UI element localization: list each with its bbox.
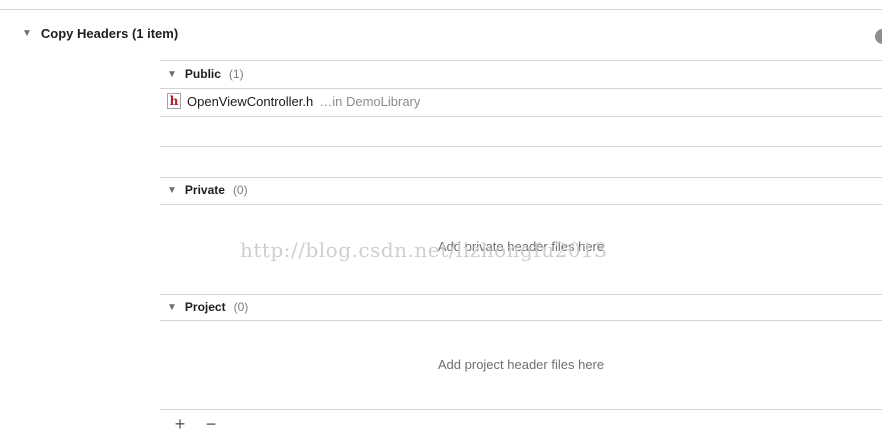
disclosure-triangle-icon[interactable]: ▼ bbox=[22, 28, 32, 39]
divider bbox=[160, 320, 882, 321]
header-file-icon: h bbox=[167, 93, 181, 109]
file-name: OpenViewController.h bbox=[187, 93, 314, 109]
divider bbox=[160, 409, 882, 410]
info-icon[interactable] bbox=[875, 29, 882, 44]
file-location: …in DemoLibrary bbox=[319, 93, 421, 109]
file-row[interactable]: h OpenViewController.h …in DemoLibrary bbox=[167, 93, 420, 109]
divider bbox=[160, 204, 882, 205]
phase-title: Copy Headers (1 item) bbox=[40, 26, 179, 41]
divider bbox=[160, 60, 882, 61]
divider bbox=[160, 177, 882, 178]
project-drop-placeholder[interactable]: Add project header files here bbox=[160, 357, 882, 372]
section-count: (0) bbox=[232, 183, 248, 197]
section-name: Project bbox=[184, 300, 226, 314]
divider bbox=[160, 146, 882, 147]
section-name: Private bbox=[184, 183, 225, 197]
top-divider bbox=[0, 9, 882, 10]
add-button[interactable]: + bbox=[170, 414, 190, 434]
divider bbox=[160, 88, 882, 89]
disclosure-triangle-icon[interactable]: ▼ bbox=[167, 69, 177, 80]
copy-headers-phase-header[interactable]: ▼ Copy Headers (1 item) bbox=[22, 26, 178, 41]
divider bbox=[160, 116, 882, 117]
disclosure-triangle-icon[interactable]: ▼ bbox=[167, 185, 177, 196]
section-count: (0) bbox=[233, 300, 249, 314]
disclosure-triangle-icon[interactable]: ▼ bbox=[167, 302, 177, 313]
divider bbox=[160, 294, 882, 295]
section-header-private[interactable]: ▼ Private (0) bbox=[167, 183, 248, 197]
watermark: http://blog.csdn.net/lizhongfu2013 bbox=[240, 238, 608, 262]
section-header-project[interactable]: ▼ Project (0) bbox=[167, 300, 248, 314]
remove-button[interactable]: − bbox=[201, 414, 221, 434]
section-header-public[interactable]: ▼ Public (1) bbox=[167, 67, 244, 81]
section-count: (1) bbox=[228, 67, 244, 81]
section-name: Public bbox=[184, 67, 221, 81]
